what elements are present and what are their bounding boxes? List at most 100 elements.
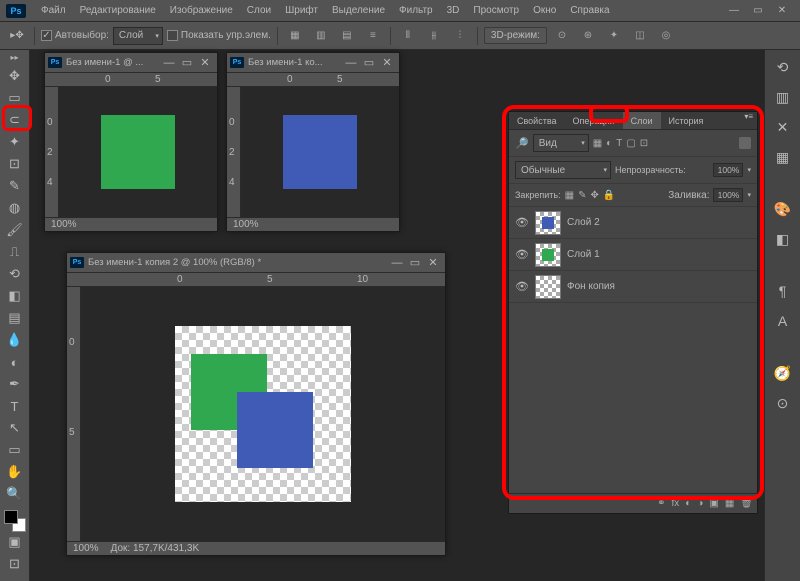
layer-name[interactable]: Фон копия (567, 281, 615, 292)
tab-layers[interactable]: Слои (623, 112, 661, 129)
blend-mode-dropdown[interactable]: Обычные (515, 161, 611, 179)
align-icon[interactable]: ≡ (362, 25, 384, 47)
lock-brush-icon[interactable]: ✎ (578, 190, 586, 201)
lock-pixels-icon[interactable]: ▦ (565, 190, 574, 201)
visibility-toggle[interactable]: 👁 (515, 280, 529, 293)
doc-close[interactable]: ✕ (196, 56, 214, 70)
shape-tool[interactable]: ▭ (3, 440, 27, 460)
quickmask-toggle[interactable]: ▣ (3, 532, 27, 552)
document-window-1[interactable]: Ps Без имени-1 @ ... — ▭ ✕ 05 024 100% (44, 52, 218, 232)
stamp-tool[interactable]: ⎍ (3, 242, 27, 262)
window-minimize[interactable]: — (722, 2, 746, 20)
autoselect-dropdown[interactable]: Слой (113, 27, 163, 45)
history-brush-tool[interactable]: ⟲ (3, 264, 27, 284)
3d-icon[interactable]: ⊛ (577, 25, 599, 47)
tab-actions[interactable]: Операции (565, 112, 623, 129)
filter-shape-icon[interactable]: ▢ (626, 138, 635, 149)
layer-filter-dropdown[interactable]: Вид (533, 134, 589, 152)
layer-row[interactable]: 👁 Фон копия (509, 271, 757, 303)
filter-type-icon[interactable]: T (616, 138, 622, 149)
close-icon[interactable]: ✕ (769, 116, 797, 138)
eraser-tool[interactable]: ◧ (3, 286, 27, 306)
document-window-3[interactable]: Ps Без имени-1 копия 2 @ 100% (RGB/8) * … (66, 252, 446, 556)
doc-maximize[interactable]: ▭ (360, 56, 378, 70)
color-panel-icon[interactable]: ▥ (769, 86, 797, 108)
layer-row[interactable]: 👁 Слой 1 (509, 239, 757, 271)
fx-icon[interactable]: fx (672, 498, 680, 509)
filter-smart-icon[interactable]: ⊡ (640, 138, 648, 149)
healing-tool[interactable]: ◍ (3, 198, 27, 218)
align-icon[interactable]: ▤ (336, 25, 358, 47)
visibility-toggle[interactable]: 👁 (515, 216, 529, 229)
crop-tool[interactable]: ⊡ (3, 154, 27, 174)
swatches-panel-icon[interactable]: ▦ (769, 146, 797, 168)
layer-name[interactable]: Слой 1 (567, 249, 600, 260)
filter-adjust-icon[interactable]: ◐ (606, 138, 612, 149)
menu-help[interactable]: Справка (563, 0, 616, 21)
layer-name[interactable]: Слой 2 (567, 217, 600, 228)
type-tool[interactable]: T (3, 396, 27, 416)
wand-tool[interactable]: ✦ (3, 132, 27, 152)
document-window-2[interactable]: Ps Без имени-1 ко... — ▭ ✕ 05 024 100% (226, 52, 400, 232)
path-select-tool[interactable]: ↖ (3, 418, 27, 438)
screenmode-toggle[interactable]: ⊡ (3, 554, 27, 574)
filter-toggle[interactable] (739, 137, 751, 149)
menu-filter[interactable]: Фильтр (392, 0, 440, 21)
distribute-icon[interactable]: ⫶ (449, 25, 471, 47)
delete-layer-icon[interactable]: 🗑 (740, 498, 753, 509)
menu-3d[interactable]: 3D (440, 0, 467, 21)
panel-menu-icon[interactable]: ▾≡ (740, 112, 757, 129)
navigator-panel-icon[interactable]: 🧭 (769, 362, 797, 384)
hand-tool[interactable]: ✋ (3, 462, 27, 482)
paragraph-panel-icon[interactable]: A (769, 310, 797, 332)
info-panel-icon[interactable]: ⊙ (769, 392, 797, 414)
blur-tool[interactable]: 💧 (3, 330, 27, 350)
window-maximize[interactable]: ▭ (746, 2, 770, 20)
menu-file[interactable]: Файл (34, 0, 73, 21)
menu-edit[interactable]: Редактирование (73, 0, 163, 21)
link-layers-icon[interactable]: ⚭ (657, 498, 665, 509)
lock-all-icon[interactable]: 🔒 (603, 190, 615, 201)
tab-history[interactable]: История (661, 112, 712, 129)
menu-view[interactable]: Просмотр (466, 0, 526, 21)
align-icon[interactable]: ▥ (310, 25, 332, 47)
pen-tool[interactable]: ✒ (3, 374, 27, 394)
doc3-canvas[interactable] (175, 326, 351, 502)
brush-panel-icon[interactable]: 🎨 (769, 198, 797, 220)
distribute-icon[interactable]: ⫴ (397, 25, 419, 47)
color-swatches[interactable] (4, 510, 26, 532)
move-tool[interactable]: ✥ (3, 66, 27, 86)
layer-row[interactable]: 👁 Слой 2 (509, 207, 757, 239)
menu-type[interactable]: Шрифт (278, 0, 325, 21)
gradient-tool[interactable]: ▤ (3, 308, 27, 328)
window-close[interactable]: ✕ (770, 2, 794, 20)
mask-icon[interactable]: ◐ (685, 498, 691, 509)
brush-tool[interactable]: 🖌 (3, 220, 27, 240)
tab-properties[interactable]: Свойства (509, 112, 565, 129)
opacity-value[interactable]: 100% (713, 163, 743, 177)
3d-icon[interactable]: ◫ (629, 25, 651, 47)
styles-panel-icon[interactable]: ◧ (769, 228, 797, 250)
doc-maximize[interactable]: ▭ (178, 56, 196, 70)
3d-icon[interactable]: ⊙ (551, 25, 573, 47)
group-icon[interactable]: ▣ (709, 498, 718, 509)
doc-minimize[interactable]: — (342, 56, 360, 70)
menu-layers[interactable]: Слои (240, 0, 278, 21)
character-panel-icon[interactable]: ¶ (769, 280, 797, 302)
doc-minimize[interactable]: — (160, 56, 178, 70)
history-panel-icon[interactable]: ⟲ (769, 56, 797, 78)
menu-window[interactable]: Окно (526, 0, 563, 21)
autoselect-checkbox[interactable]: ✓ Автовыбор: (41, 30, 109, 41)
visibility-toggle[interactable]: 👁 (515, 248, 529, 261)
lock-position-icon[interactable]: ✥ (590, 190, 598, 201)
doc1-canvas[interactable] (101, 115, 175, 189)
doc-close[interactable]: ✕ (424, 256, 442, 270)
adjustment-icon[interactable]: ◑ (697, 498, 703, 509)
eyedropper-tool[interactable]: ✎ (3, 176, 27, 196)
3d-icon[interactable]: ◎ (655, 25, 677, 47)
align-icon[interactable]: ▦ (284, 25, 306, 47)
new-layer-icon[interactable]: ▦ (725, 498, 734, 509)
show-controls-checkbox[interactable]: Показать упр.элем. (167, 30, 271, 41)
doc2-canvas[interactable] (283, 115, 357, 189)
menu-image[interactable]: Изображение (163, 0, 240, 21)
